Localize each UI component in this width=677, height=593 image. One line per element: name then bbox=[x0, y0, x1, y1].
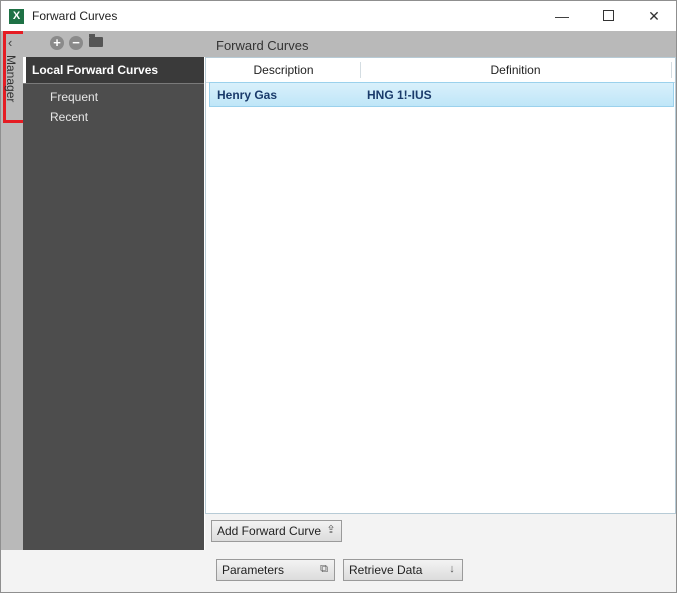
maximize-button[interactable] bbox=[585, 1, 631, 31]
copy-window-icon: ⧉ bbox=[320, 563, 328, 575]
tree-item-local-forward-curves[interactable]: Local Forward Curves bbox=[23, 57, 204, 83]
add-icon[interactable]: + bbox=[50, 36, 64, 50]
grid-header: Description Definition bbox=[206, 58, 675, 83]
add-forward-curve-label: Add Forward Curve bbox=[217, 524, 322, 538]
export-icon: ⇪ bbox=[326, 524, 336, 536]
curves-tree: Local Forward Curves Frequent Recent bbox=[23, 57, 204, 550]
column-separator[interactable] bbox=[360, 62, 361, 78]
tree-item-frequent[interactable]: Frequent bbox=[50, 90, 98, 104]
add-forward-curve-button[interactable]: Add Forward Curve ⇪ bbox=[211, 520, 342, 542]
download-icon: ↓ bbox=[449, 563, 455, 575]
divider bbox=[23, 83, 204, 84]
manager-collapsed-panel[interactable]: ‹ Manager bbox=[1, 31, 28, 550]
excel-icon: X bbox=[9, 9, 24, 24]
cell-description: Henry Gas bbox=[217, 88, 278, 102]
title-bar: X Forward Curves — ✕ bbox=[1, 1, 676, 31]
column-header-description[interactable]: Description bbox=[206, 63, 361, 77]
parameters-label: Parameters bbox=[222, 563, 285, 577]
retrieve-data-button[interactable]: Retrieve Data ↓ bbox=[343, 559, 463, 581]
table-row[interactable]: Henry Gas HNG 1!-IUS bbox=[209, 82, 674, 107]
remove-icon[interactable]: − bbox=[69, 36, 83, 50]
maximize-icon bbox=[602, 10, 614, 22]
close-button[interactable]: ✕ bbox=[631, 1, 676, 31]
footer-bar bbox=[1, 550, 676, 592]
forward-curves-window: X Forward Curves — ✕ ‹ Manager + − Forwa… bbox=[0, 0, 677, 593]
curves-grid: Description Definition Henry Gas HNG 1!-… bbox=[205, 57, 676, 514]
column-separator[interactable] bbox=[671, 62, 672, 78]
manager-tab-label[interactable]: Manager bbox=[4, 55, 18, 102]
window-title: Forward Curves bbox=[32, 9, 118, 23]
column-header-definition[interactable]: Definition bbox=[362, 63, 669, 77]
chevron-left-icon[interactable]: ‹ bbox=[8, 35, 12, 50]
retrieve-data-label: Retrieve Data bbox=[349, 563, 423, 577]
parameters-button[interactable]: Parameters ⧉ bbox=[216, 559, 335, 581]
panel-title: Forward Curves bbox=[216, 38, 309, 53]
tree-item-recent[interactable]: Recent bbox=[50, 110, 88, 124]
cell-definition: HNG 1!-IUS bbox=[367, 88, 432, 102]
folder-icon[interactable] bbox=[89, 34, 103, 47]
toolbar: + − Forward Curves bbox=[23, 31, 676, 57]
minimize-button[interactable]: — bbox=[539, 1, 585, 31]
